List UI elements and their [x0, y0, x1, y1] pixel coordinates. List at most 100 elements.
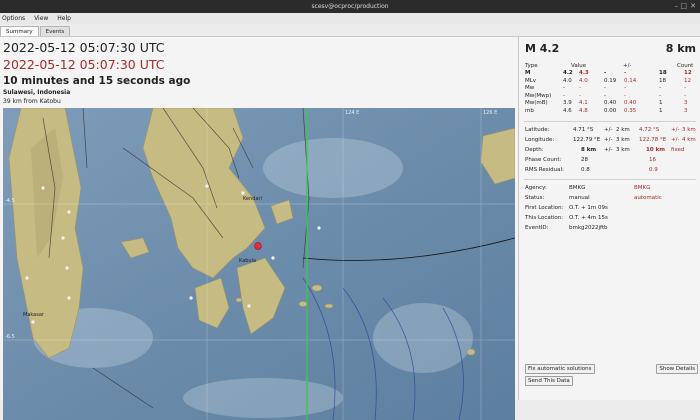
- window-titlebar: scesv@ocproc/production – □ ✕: [0, 0, 700, 13]
- epicenter-marker[interactable]: [254, 242, 262, 250]
- mag-cell-type: Mw(Mwp): [525, 92, 552, 99]
- latitude-error-auto: 3 km: [682, 127, 696, 133]
- mag-cell-v2: 4.3: [579, 70, 589, 76]
- longitude-error: 3 km: [616, 137, 630, 143]
- rms-value-auto: 0.9: [649, 167, 658, 173]
- first-location-value: O.T. + 1m 09s: [569, 205, 608, 211]
- show-details-button[interactable]: Show Details: [656, 364, 698, 374]
- epicenter-map[interactable]: Kendari Kabula Makasar 124 E 126 E -4.5 …: [3, 108, 515, 420]
- depth-headline: 8 km: [665, 42, 696, 55]
- depth-fixed-auto: fixed: [671, 147, 685, 153]
- magnitude-headline: M 4.2: [525, 42, 560, 55]
- mag-cell-v1: 3.9: [563, 100, 572, 107]
- map-label-makasar: Makasar: [23, 312, 45, 318]
- map-grid-label-lat-2: -6.5: [5, 334, 15, 340]
- event-details-panel: M 4.2 8 km Type Value +/- Count M 4.2 4.3 -…: [518, 36, 700, 400]
- agency-label: Agency:: [525, 185, 547, 191]
- mag-cell-type: Mw: [525, 85, 535, 92]
- mag-cell-v1: 4.2: [563, 70, 573, 76]
- mag-cell-v1: 4.0: [563, 77, 572, 84]
- mag-cell-type: MLv: [525, 77, 537, 84]
- status-value-auto: automatic: [634, 195, 662, 201]
- phase-count-value-auto: 16: [649, 157, 656, 163]
- first-location-label: First Location:: [525, 205, 564, 211]
- menu-bar: Options View Help: [0, 13, 700, 24]
- longitude-value: 122.79 °E: [573, 137, 601, 143]
- latitude-pm: +/-: [604, 127, 613, 133]
- mag-header-error: +/-: [623, 63, 632, 69]
- send-data-button[interactable]: Send This Data: [525, 376, 573, 386]
- origin-time-automatic: 2022-05-12 05:07:30 UTC: [3, 57, 165, 72]
- latitude-label: Latitude:: [525, 127, 550, 133]
- section-divider: [524, 121, 696, 122]
- mag-cell-v1: -: [563, 92, 565, 99]
- minimize-icon[interactable]: –: [675, 0, 679, 13]
- depth-value: 8 km: [581, 147, 597, 153]
- depth-pm: +/-: [604, 147, 613, 153]
- mag-cell-e1: 0.40: [604, 100, 617, 107]
- tab-summary[interactable]: Summary: [0, 26, 39, 36]
- rms-value: 0.8: [581, 167, 590, 173]
- mag-cell-c1: 18: [659, 70, 667, 76]
- mag-cell-e2: 0.14: [624, 77, 637, 84]
- summary-panel: 2022-05-12 05:07:30 UTC 2022-05-12 05:07…: [0, 36, 518, 420]
- phase-count-value: 28: [581, 157, 588, 163]
- fix-automatic-button[interactable]: Fix automatic solutions: [525, 364, 595, 374]
- nearest-city-distance: 39 km from Katobu: [3, 98, 61, 105]
- mag-cell-v2: -: [579, 92, 581, 99]
- tab-events[interactable]: Events: [39, 26, 71, 36]
- menu-options[interactable]: Options: [2, 15, 25, 22]
- mag-cell-e2: 0.35: [624, 108, 637, 114]
- mag-cell-e1: -: [604, 70, 607, 76]
- event-id-value: bmkg2022jftb: [569, 225, 608, 231]
- mag-cell-e1: -: [604, 85, 606, 92]
- mag-cell-e1: 0.19: [604, 77, 617, 84]
- mag-cell-c1: -: [659, 92, 661, 99]
- latitude-value: 4.71 °S: [573, 127, 594, 133]
- mag-cell-c1: 18: [659, 77, 666, 84]
- map-canvas: Kendari Kabula Makasar 124 E 126 E -4.5 …: [3, 108, 515, 420]
- mag-cell-c2: -: [684, 85, 686, 92]
- latitude-error: 2 km: [616, 127, 630, 133]
- elapsed-time: 10 minutes and 15 seconds ago: [3, 75, 191, 87]
- mag-cell-c1: 1: [659, 100, 663, 107]
- mag-cell-c2: 12: [684, 70, 692, 76]
- tab-bar: Summary Events: [0, 26, 71, 36]
- mag-cell-c1: 1: [659, 108, 663, 114]
- mag-cell-e2: 0.40: [624, 100, 637, 107]
- latitude-pm-auto: +/-: [671, 127, 680, 133]
- mag-cell-c2: -: [684, 92, 686, 99]
- mag-cell-v2: 4.0: [579, 77, 588, 84]
- mag-cell-v2: 4.8: [579, 108, 588, 114]
- mag-cell-type: M: [525, 70, 531, 76]
- longitude-pm: +/-: [604, 137, 613, 143]
- region-name: Sulawesi, Indonesia: [3, 89, 71, 96]
- agency-value: BMKG: [569, 185, 586, 191]
- mag-header-count: Count: [677, 63, 694, 69]
- depth-label: Depth:: [525, 147, 544, 153]
- mag-cell-e1: -: [604, 92, 606, 99]
- longitude-value-auto: 122.78 °E: [639, 137, 667, 143]
- latitude-value-auto: 4.72 °S: [639, 127, 660, 133]
- mag-cell-type: mb: [525, 108, 534, 114]
- map-grid-label-126e: 126 E: [483, 110, 497, 116]
- mag-header-value: Value: [571, 63, 587, 69]
- longitude-pm-auto: +/-: [671, 137, 680, 143]
- this-location-value: O.T. + 4m 15s: [569, 215, 608, 221]
- window-title: scesv@ocproc/production: [311, 3, 389, 10]
- mag-cell-e2: -: [624, 85, 626, 92]
- mag-cell-type: Mw(mB): [525, 100, 548, 107]
- section-divider-2: [524, 179, 696, 180]
- close-icon[interactable]: ✕: [690, 0, 696, 13]
- maximize-icon[interactable]: □: [680, 0, 687, 13]
- map-label-kabula: Kabula: [239, 258, 256, 264]
- depth-value-auto: 10 km: [646, 147, 665, 153]
- mag-cell-e1: 0.00: [604, 108, 617, 114]
- mag-header-type: Type: [525, 63, 538, 69]
- rms-label: RMS Residual:: [525, 167, 564, 173]
- menu-help[interactable]: Help: [57, 15, 71, 22]
- menu-view[interactable]: View: [34, 15, 48, 22]
- mag-cell-c2: 3: [684, 108, 688, 114]
- phase-count-label: Phase Count:: [525, 157, 562, 163]
- status-label: Status:: [525, 195, 545, 201]
